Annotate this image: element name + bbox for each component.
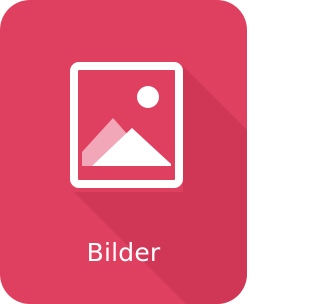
sun-icon xyxy=(137,86,159,108)
image-icon xyxy=(70,62,183,188)
tile-label: Bilder xyxy=(86,238,161,267)
pictures-tile[interactable]: Bilder xyxy=(0,0,247,304)
